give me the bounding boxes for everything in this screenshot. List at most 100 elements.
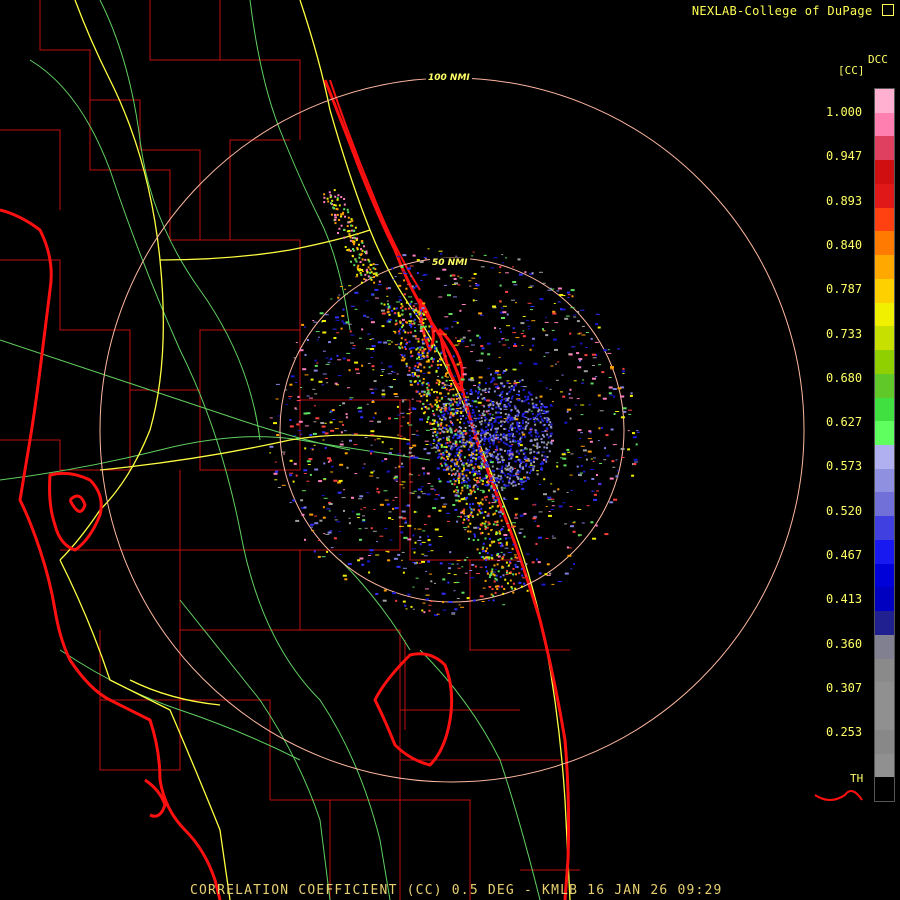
color-bar-segment — [875, 706, 894, 731]
color-bar-segment — [875, 136, 894, 161]
echo-pixel — [441, 592, 446, 595]
echo-pixel — [401, 309, 404, 312]
echo-pixel — [409, 380, 412, 383]
echo-pixel — [557, 301, 561, 303]
echo-pixel — [580, 404, 585, 406]
echo-pixel — [547, 441, 550, 444]
echo-pixel — [521, 400, 524, 403]
echo-pixel — [413, 510, 416, 513]
echo-pixel — [470, 577, 474, 579]
echo-pixel — [295, 437, 300, 439]
echo-pixel — [421, 338, 424, 341]
echo-pixel — [437, 360, 439, 363]
echo-pixel — [317, 336, 320, 338]
echo-pixel — [356, 248, 359, 251]
echo-pixel — [345, 321, 349, 324]
legend-value: 0.253 — [826, 725, 863, 740]
echo-pixel — [358, 498, 362, 500]
echo-pixel — [524, 435, 527, 438]
echo-pixel — [511, 299, 515, 301]
echo-pixel — [328, 191, 331, 194]
echo-pixel — [492, 402, 494, 404]
echo-pixel — [396, 256, 401, 258]
echo-pixel — [419, 543, 422, 546]
echo-pixel — [450, 411, 453, 414]
echo-pixel — [502, 433, 505, 436]
echo-pixel — [562, 395, 566, 398]
echo-pixel — [316, 362, 319, 364]
echo-pixel — [414, 373, 417, 376]
echo-pixel — [482, 491, 485, 494]
echo-pixel — [477, 526, 480, 529]
echo-pixel — [374, 288, 379, 291]
echo-pixel — [592, 460, 595, 462]
echo-pixel — [554, 348, 558, 351]
echo-pixel — [438, 477, 441, 480]
echo-pixel — [460, 515, 462, 518]
echo-pixel — [354, 308, 358, 310]
echo-pixel — [530, 439, 533, 442]
echo-pixel — [517, 398, 520, 401]
echo-pixel — [518, 432, 521, 435]
echo-pixel — [469, 570, 473, 571]
echo-pixel — [434, 350, 436, 353]
echo-pixel — [507, 421, 510, 424]
echo-pixel — [547, 496, 552, 499]
echo-pixel — [482, 410, 485, 413]
echo-pixel — [451, 458, 454, 461]
echo-pixel — [355, 276, 359, 278]
echo-pixel — [499, 394, 502, 397]
echo-pixel — [394, 312, 397, 314]
echo-pixel — [589, 440, 593, 443]
echo-pixel — [461, 591, 465, 594]
echo-pixel — [497, 481, 500, 484]
echo-pixel — [459, 458, 462, 461]
echo-pixel — [343, 208, 346, 211]
echo-pixel — [458, 481, 461, 484]
echo-pixel — [417, 375, 420, 378]
echo-pixel — [489, 472, 493, 474]
echo-pixel — [439, 417, 442, 420]
echo-pixel — [564, 572, 569, 575]
echo-pixel — [369, 263, 372, 266]
echo-pixel — [550, 441, 553, 444]
echo-pixel — [514, 517, 519, 519]
echo-pixel — [397, 314, 401, 317]
echo-pixel — [472, 539, 475, 542]
echo-pixel — [414, 528, 417, 530]
echo-pixel — [358, 243, 360, 246]
echo-pixel — [269, 445, 274, 448]
echo-pixel — [440, 397, 443, 400]
echo-pixel — [511, 422, 514, 425]
echo-pixel — [438, 379, 441, 382]
echo-pixel — [499, 515, 502, 518]
echo-pixel — [478, 381, 481, 384]
echo-pixel — [497, 438, 500, 441]
echo-pixel — [344, 452, 348, 455]
echo-pixel — [472, 453, 475, 455]
echo-pixel — [470, 492, 473, 495]
echo-pixel — [409, 411, 412, 413]
echo-pixel — [472, 474, 475, 477]
echo-pixel — [458, 500, 461, 503]
echo-pixel — [442, 601, 445, 604]
echo-pixel — [479, 444, 482, 447]
echo-pixel — [488, 452, 492, 454]
echo-pixel — [513, 345, 518, 347]
echo-pixel — [438, 383, 440, 386]
echo-pixel — [577, 333, 581, 335]
echo-pixel — [392, 499, 395, 501]
echo-pixel — [412, 320, 415, 322]
echo-pixel — [409, 481, 413, 483]
echo-pixel — [543, 493, 547, 496]
echo-pixel — [518, 441, 521, 443]
echo-pixel — [472, 503, 474, 505]
echo-pixel — [382, 396, 385, 398]
echo-pixel — [421, 307, 425, 310]
echo-pixel — [543, 423, 546, 426]
legend-value: 0.413 — [826, 592, 863, 607]
echo-pixel — [485, 382, 487, 385]
echo-pixel — [486, 452, 489, 455]
echo-pixel — [632, 436, 637, 439]
echo-pixel — [480, 434, 483, 437]
